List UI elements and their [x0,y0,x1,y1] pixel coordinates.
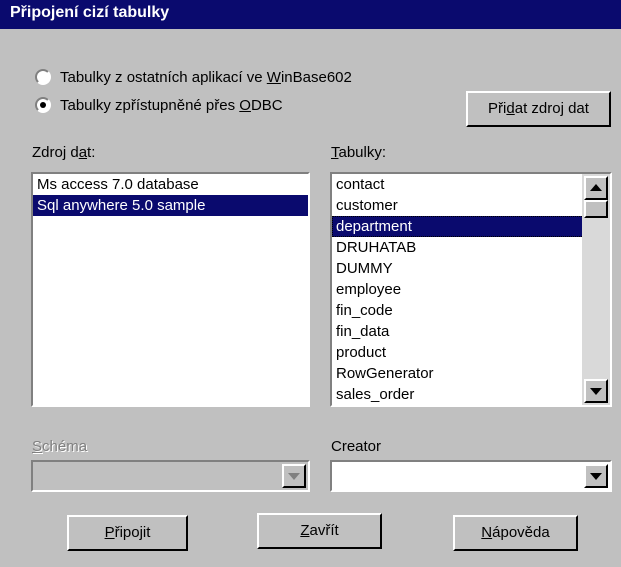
creator-dropdown-button[interactable] [584,464,608,488]
list-item[interactable]: DRUHATAB [332,237,610,258]
title-bar[interactable]: Připojení cizí tabulky [0,0,621,29]
radio-circle[interactable] [35,69,51,85]
add-data-source-button[interactable]: Přidat zdroj dat [466,91,611,127]
close-button[interactable]: Zavřít [257,513,382,549]
radio-winbase-label: Tabulky z ostatních aplikací ve WinBase6… [60,68,352,86]
table-list-items: contact customer department DRUHATAB DUM… [332,174,610,405]
list-item-selected[interactable]: department [332,216,610,237]
radio-circle-selected[interactable] [35,97,51,113]
list-item[interactable]: employee [332,279,610,300]
list-item[interactable]: RowGenerator [332,363,610,384]
list-item[interactable]: sales_order [332,384,610,405]
radio-odbc-label: Tabulky zpřístupněné přes ODBC [60,96,283,114]
schema-combo[interactable] [31,460,310,492]
list-item[interactable]: Ms access 7.0 database [33,174,308,195]
scroll-down-button[interactable] [584,379,608,403]
window-title: Připojení cizí tabulky [10,4,170,21]
arrow-down-icon [590,388,602,395]
tables-scrollbar[interactable] [582,174,610,405]
radio-odbc-tables[interactable]: Tabulky zpřístupněné přes ODBC [35,94,283,116]
arrow-up-icon [590,184,602,191]
list-item[interactable]: fin_code [332,300,610,321]
chevron-down-icon [288,473,300,480]
tables-label: Tabulky: [331,144,387,161]
scroll-thumb[interactable] [584,200,608,218]
schema-dropdown-button[interactable] [282,464,306,488]
list-item[interactable]: customer [332,195,610,216]
radio-winbase-tables[interactable]: Tabulky z ostatních aplikací ve WinBase6… [35,66,352,88]
data-source-label: Zdroj dat: [32,144,96,161]
creator-combo[interactable] [330,460,612,492]
connect-button[interactable]: Připojit [67,515,188,551]
chevron-down-icon [590,473,602,480]
list-item[interactable]: fin_data [332,321,610,342]
scroll-up-button[interactable] [584,176,608,200]
data-source-list[interactable]: Ms access 7.0 database Sql anywhere 5.0 … [31,172,310,407]
list-item[interactable]: DUMMY [332,258,610,279]
list-item[interactable]: contact [332,174,610,195]
help-button[interactable]: Nápověda [453,515,578,551]
list-item[interactable]: product [332,342,610,363]
creator-label: Creator [331,438,382,455]
tables-list[interactable]: contact customer department DRUHATAB DUM… [330,172,612,407]
schema-label: Schéma [32,438,88,455]
list-item-selected[interactable]: Sql anywhere 5.0 sample [33,195,308,216]
